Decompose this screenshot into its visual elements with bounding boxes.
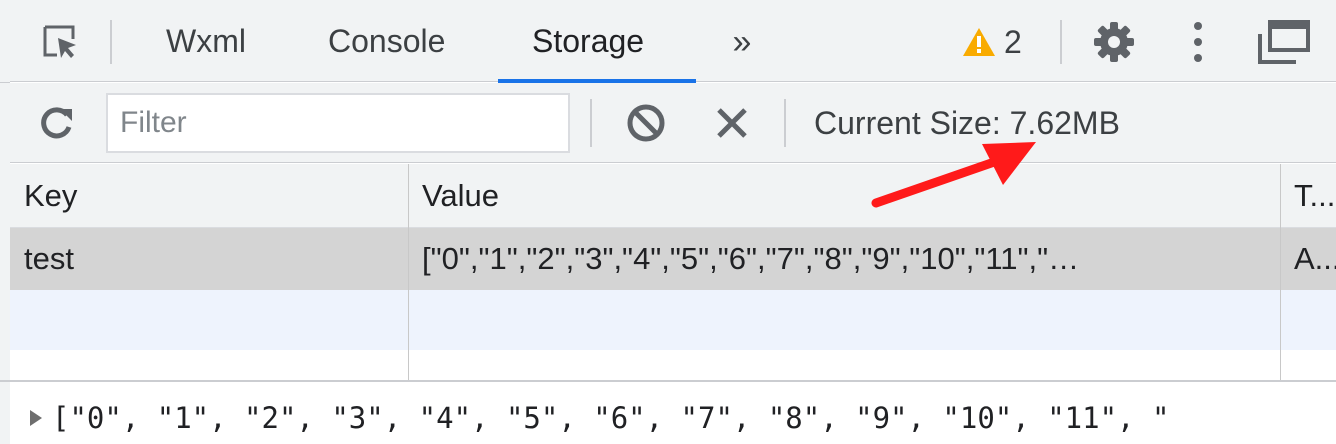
value-preview: ["0", "1", "2", "3", "4", "5", "6", "7",…	[30, 396, 1169, 440]
chevron-double-right-icon: »	[732, 22, 752, 61]
empty-row	[10, 290, 1336, 350]
warning-count: 2	[1004, 23, 1022, 60]
toolbar-divider	[1060, 20, 1062, 64]
delete-selected-button[interactable]	[710, 101, 754, 145]
clear-all-button[interactable]	[624, 101, 668, 145]
tab-console-label: Console	[328, 22, 446, 59]
more-tabs-button[interactable]: »	[720, 20, 764, 64]
tab-console[interactable]: Console	[328, 0, 445, 82]
inspect-element-button[interactable]	[38, 20, 82, 64]
empty-row	[10, 350, 1336, 382]
panel-divider[interactable]	[0, 380, 1336, 382]
block-icon	[627, 104, 665, 142]
tab-storage-label: Storage	[532, 22, 645, 59]
more-options-button[interactable]	[1178, 18, 1218, 66]
key-cell: test	[24, 241, 74, 276]
toolbar-divider	[110, 20, 112, 64]
toolbar-divider	[784, 99, 786, 147]
column-header-value[interactable]: Value	[422, 164, 499, 228]
warning-icon	[963, 28, 995, 56]
value-preview-text: ["0", "1", "2", "3", "4", "5", "6", "7",…	[52, 401, 1170, 435]
table-header: Key Value T...	[10, 164, 1336, 228]
close-icon	[717, 108, 747, 138]
kebab-dot-icon	[1194, 38, 1202, 46]
toolbar-divider	[590, 99, 592, 147]
storage-toolbar: Current Size: 7.62MB	[10, 83, 1336, 163]
column-resizer[interactable]	[408, 164, 409, 382]
kebab-dot-icon	[1194, 22, 1202, 30]
tab-storage[interactable]: Storage	[532, 0, 644, 82]
table-row[interactable]: test ["0","1","2","3","4","5","6","7","8…	[10, 228, 1336, 290]
left-edge-divider	[0, 82, 10, 83]
filter-input[interactable]	[106, 93, 570, 153]
storage-table: Key Value T... test ["0","1","2","3","4"…	[10, 164, 1336, 382]
left-edge-strip	[0, 0, 10, 444]
column-header-type[interactable]: T...	[1294, 164, 1335, 228]
refresh-icon	[41, 107, 72, 139]
column-header-key[interactable]: Key	[24, 164, 77, 228]
warnings-counter[interactable]: 2	[962, 20, 1022, 64]
settings-button[interactable]	[1090, 18, 1138, 66]
dock-window-button[interactable]	[1254, 18, 1314, 66]
value-cell: ["0","1","2","3","4","5","6","7","8","9"…	[422, 241, 1080, 276]
devtools-tab-bar: Wxml Console Storage » 2	[10, 0, 1336, 83]
kebab-dot-icon	[1194, 54, 1202, 62]
refresh-button[interactable]	[34, 101, 78, 145]
tab-wxml[interactable]: Wxml	[166, 0, 246, 82]
gear-icon	[1094, 22, 1134, 62]
current-size-label: Current Size: 7.62MB	[814, 104, 1120, 141]
tab-wxml-label: Wxml	[166, 22, 246, 59]
type-cell: A...	[1294, 241, 1336, 276]
column-resizer[interactable]	[1280, 164, 1281, 382]
expand-arrow-icon[interactable]	[30, 410, 42, 426]
inspect-icon	[43, 25, 76, 58]
undock-window-icon	[1258, 20, 1310, 64]
